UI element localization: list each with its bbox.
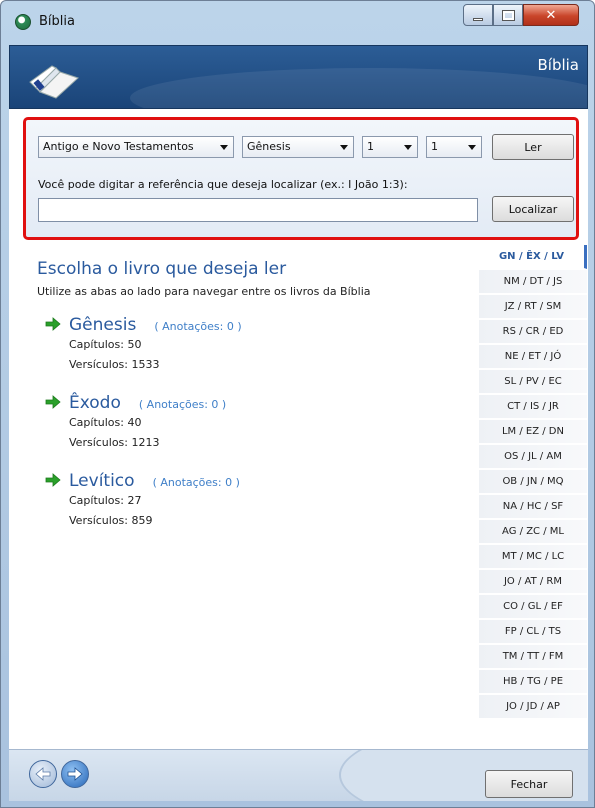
locate-button[interactable]: Localizar [492,196,574,222]
open-book-icon [29,65,79,99]
maximize-icon [501,9,515,21]
book-verses: Versículos: 1533 [69,358,160,371]
verse-select[interactable]: 1 [426,136,482,158]
maximize-button[interactable] [493,4,523,26]
tab-mt-mc-lc[interactable]: MT / MC / LC [479,545,587,569]
book-name: Êxodo [69,393,121,413]
tab-hb-tg-pe[interactable]: HB / TG / PE [479,670,587,694]
tab-ct-is-jr[interactable]: CT / IS / JR [479,395,587,419]
tab-co-gl-ef[interactable]: CO / GL / EF [479,595,587,619]
footer-bar: Fechar [9,749,588,801]
bible-window: Bíblia ✕ Bíblia Antigo e Novo Testamento… [0,0,595,808]
app-icon [15,14,31,30]
arrow-right-icon [45,317,61,331]
close-button[interactable]: Fechar [485,770,573,798]
tab-tm-tt-fm[interactable]: TM / TT / FM [479,645,587,669]
arrow-left-icon [35,767,51,781]
tab-fp-cl-ts[interactable]: FP / CL / TS [479,620,587,644]
book-notes-link[interactable]: ( Anotações: 0 ) [139,398,226,411]
book-link-genesis[interactable]: Gênesis ( Anotações: 0 ) [45,315,465,335]
testament-select-value: Antigo e Novo Testamentos [43,140,194,153]
book-link-levitico[interactable]: Levítico ( Anotações: 0 ) [45,471,465,491]
back-button[interactable] [29,760,57,788]
chapter-select-value: 1 [367,140,374,153]
chevron-down-icon [340,145,348,150]
chevron-down-icon [468,145,476,150]
book-chapters: Capítulos: 27 [69,494,142,507]
search-area: Antigo e Novo Testamentos Gênesis 1 1 Le… [23,117,579,240]
book-verses: Versículos: 859 [69,514,153,527]
close-icon: ✕ [545,7,557,23]
book-chapters: Capítulos: 50 [69,338,142,351]
book-link-exodo[interactable]: Êxodo ( Anotações: 0 ) [45,393,465,413]
book-chapters: Capítulos: 40 [69,416,142,429]
book-name: Gênesis [69,315,137,335]
tab-lm-ez-dn[interactable]: LM / EZ / DN [479,420,587,444]
header-banner: Bíblia [9,45,588,109]
page-title: Escolha o livro que deseja ler [37,259,287,279]
tab-nm-dt-js[interactable]: NM / DT / JS [479,270,587,294]
book-notes-link[interactable]: ( Anotações: 0 ) [153,476,240,489]
close-window-button[interactable]: ✕ [523,4,579,26]
chevron-down-icon [404,145,412,150]
book-select-value: Gênesis [247,140,291,153]
book-name: Levítico [69,471,135,491]
reference-input[interactable] [38,198,478,222]
read-button[interactable]: Ler [492,134,574,160]
window-title: Bíblia [39,14,75,29]
banner-title: Bíblia [537,56,579,74]
book-verses: Versículos: 1213 [69,436,160,449]
tab-ne-et-jo[interactable]: NE / ET / JÓ [479,345,587,369]
book-entry-levitico: Levítico ( Anotações: 0 ) Capítulos: 27 … [45,471,465,531]
chapter-select[interactable]: 1 [362,136,418,158]
book-notes-link[interactable]: ( Anotações: 0 ) [154,320,241,333]
tab-na-hc-sf[interactable]: NA / HC / SF [479,495,587,519]
forward-button[interactable] [61,760,89,788]
arrow-right-icon [45,395,61,409]
tab-jo-jd-ap[interactable]: JO / JD / AP [479,695,587,719]
book-select[interactable]: Gênesis [242,136,354,158]
book-entry-exodo: Êxodo ( Anotações: 0 ) Capítulos: 40 Ver… [45,393,465,453]
minimize-icon [473,17,483,21]
title-bar[interactable]: Bíblia ✕ [1,1,594,45]
tab-jz-rt-sm[interactable]: JZ / RT / SM [479,295,587,319]
tab-rs-cr-ed[interactable]: RS / CR / ED [479,320,587,344]
testament-select[interactable]: Antigo e Novo Testamentos [38,136,234,158]
tab-gn-ex-lv[interactable]: GN / ÊX / LV [479,245,587,269]
minimize-button[interactable] [463,4,493,26]
tab-os-jl-am[interactable]: OS / JL / AM [479,445,587,469]
arrow-right-icon [67,767,83,781]
tab-ob-jn-mq[interactable]: OB / JN / MQ [479,470,587,494]
banner-decoration [130,68,587,108]
verse-select-value: 1 [431,140,438,153]
chevron-down-icon [220,145,228,150]
tab-ag-zc-ml[interactable]: AG / ZC / ML [479,520,587,544]
tab-sl-pv-ec[interactable]: SL / PV / EC [479,370,587,394]
page-subtitle: Utilize as abas ao lado para navegar ent… [37,285,371,298]
reference-hint: Você pode digitar a referência que desej… [38,178,408,191]
book-entry-genesis: Gênesis ( Anotações: 0 ) Capítulos: 50 V… [45,315,465,375]
main-panel: Antigo e Novo Testamentos Gênesis 1 1 Le… [9,109,588,749]
tab-jo-at-rm[interactable]: JO / AT / RM [479,570,587,594]
arrow-right-icon [45,473,61,487]
